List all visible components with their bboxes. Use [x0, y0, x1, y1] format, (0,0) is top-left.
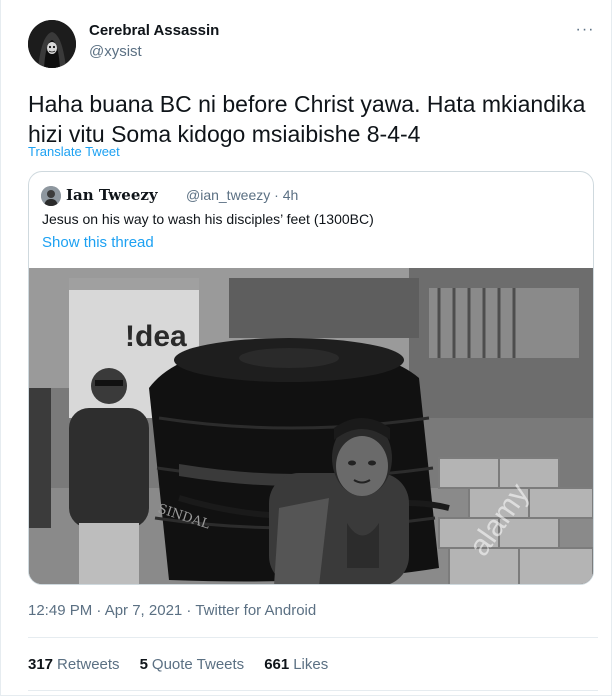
quoted-author-meta[interactable]: @ian_tweezy · 4h: [186, 187, 298, 203]
author-handle[interactable]: @xysist: [89, 43, 142, 60]
retweets-count: 317: [28, 656, 54, 673]
quote-tweets-stat[interactable]: 5 Quote Tweets: [140, 656, 245, 673]
tweet-card: Cerebral Assassin @xysist ··· Haha buana…: [0, 0, 612, 696]
retweets-label: Retweets: [57, 656, 120, 673]
quoted-author-avatar[interactable]: [41, 186, 61, 206]
quoted-author-name[interactable]: Ian Tweezy: [66, 186, 158, 204]
divider: [28, 637, 598, 638]
show-thread-link[interactable]: Show this thread: [42, 234, 154, 251]
person-icon: [41, 186, 61, 206]
hooded-figure-icon: [28, 20, 76, 68]
idea-sign-text: !dea: [125, 320, 187, 353]
divider-bottom: [28, 690, 598, 691]
likes-stat[interactable]: 661 Likes: [264, 656, 328, 673]
likes-label: Likes: [293, 656, 329, 673]
more-options-icon[interactable]: ···: [573, 20, 597, 40]
translate-tweet-link[interactable]: Translate Tweet: [28, 144, 120, 159]
tweet-text: Haha buana BC ni before Christ yawa. Hat…: [28, 91, 586, 147]
quote-tweets-label: Quote Tweets: [151, 656, 245, 673]
retweets-stat[interactable]: 317 Retweets: [28, 656, 120, 673]
author-display-name[interactable]: Cerebral Assassin: [89, 22, 219, 39]
likes-count: 661: [264, 656, 290, 673]
quoted-tweet-photo[interactable]: !dea SINDAL alamy: [29, 268, 593, 584]
quoted-tweet-text: Jesus on his way to wash his disciples’ …: [42, 211, 374, 227]
author-avatar[interactable]: [28, 20, 76, 68]
tweet-timestamp[interactable]: 12:49 PM · Apr 7, 2021 · Twitter for And…: [28, 602, 316, 619]
quote-tweets-count: 5: [139, 656, 148, 673]
tweet-stats: 317 Retweets 5 Quote Tweets 661 Likes: [28, 656, 348, 673]
quoted-tweet[interactable]: Ian Tweezy @ian_tweezy · 4h Jesus on his…: [28, 171, 594, 585]
photo-illustration: !dea SINDAL alamy: [29, 268, 593, 584]
